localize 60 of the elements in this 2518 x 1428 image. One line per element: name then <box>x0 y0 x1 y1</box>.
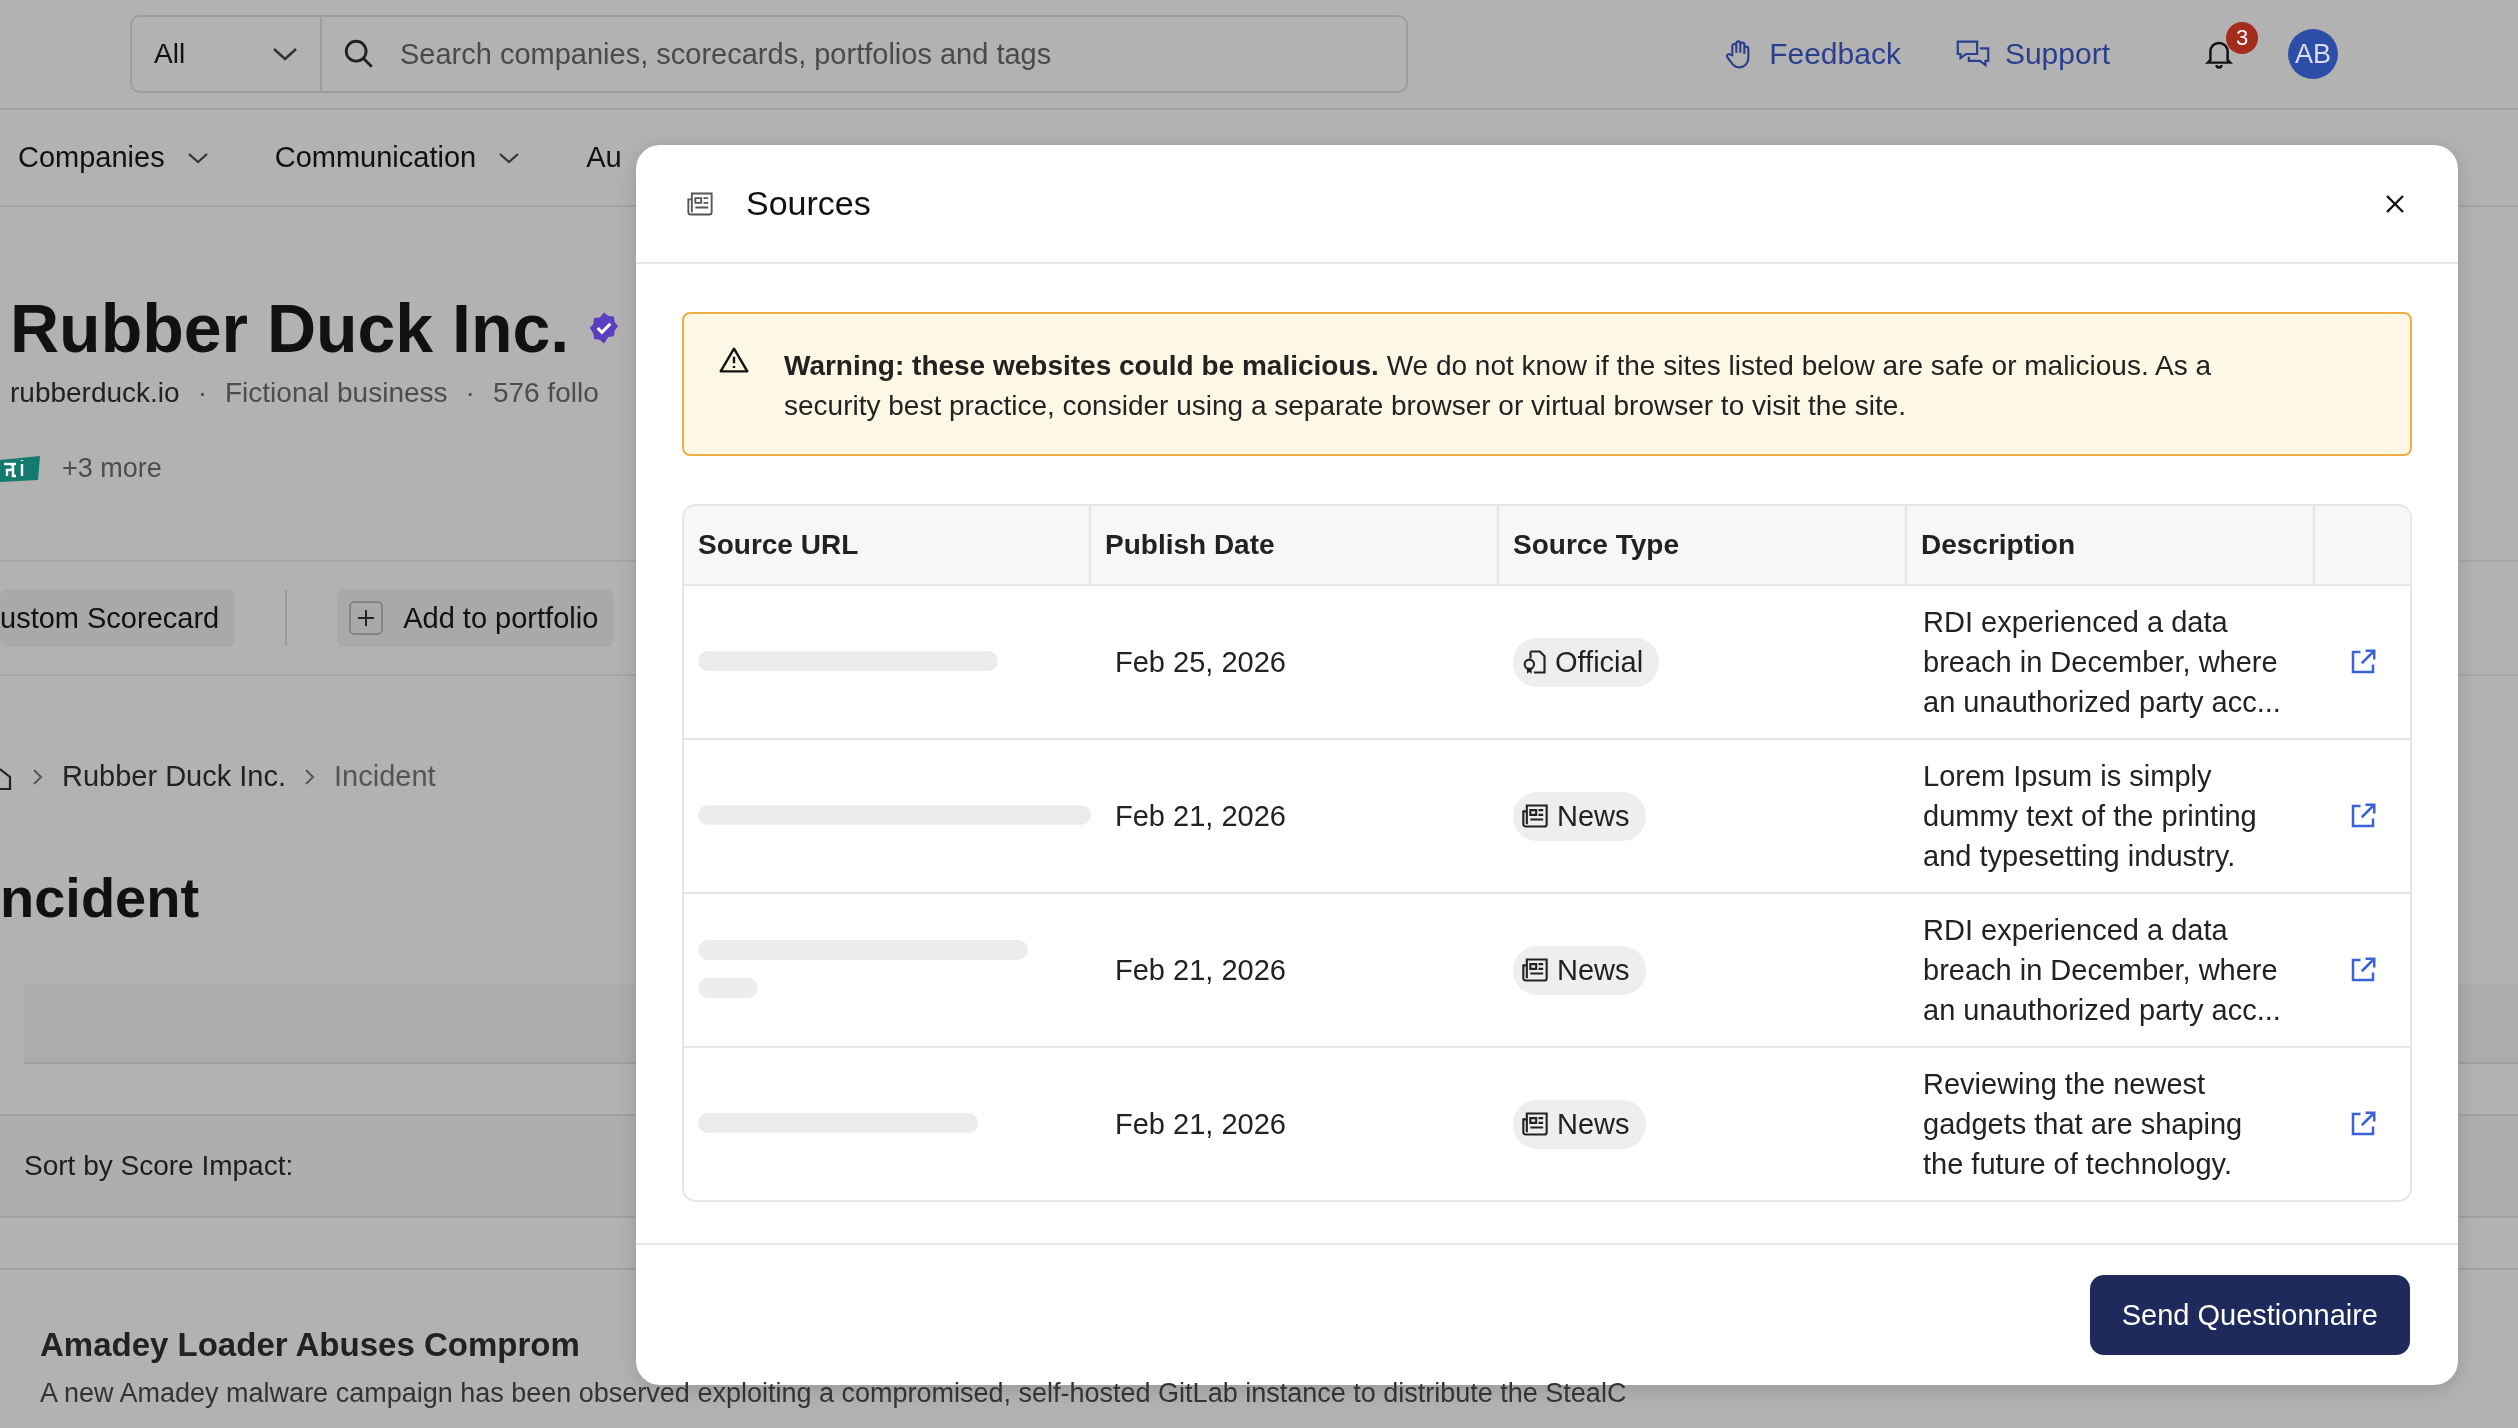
chevron-right-icon <box>304 766 317 787</box>
column-header: Source URL <box>684 506 1091 584</box>
column-header: Publish Date <box>1091 506 1499 584</box>
header-link[interactable]: Feedback <box>1723 37 1901 71</box>
more-badges-text: +3 more <box>62 453 162 484</box>
chat-bubbles-icon <box>1954 38 1991 70</box>
company-name: Rubber Duck Inc. <box>10 289 570 367</box>
warning-icon <box>718 346 750 374</box>
chevron-down-icon <box>498 150 521 165</box>
dialog-title: Sources <box>746 184 871 223</box>
newspaper-icon <box>1521 957 1549 983</box>
company-meta: 576 follo <box>492 377 599 409</box>
chevron-down-icon <box>186 150 209 165</box>
source-type-tag: News <box>1513 1099 1646 1149</box>
description-text: Lorem Ipsum is simply dummy text of the printing and typesetting industry. <box>1922 759 2258 874</box>
search-icon <box>342 37 376 71</box>
avatar[interactable]: AB <box>2288 29 2338 79</box>
chevron-down-icon <box>272 46 298 62</box>
publish-date: Feb 21, 2026 <box>1114 952 1287 988</box>
description-text: RDI experienced a data breach in December, where an unauthorized party acc... <box>1922 605 2282 720</box>
search-bar[interactable]: All Search companies, scorecards, portfolios and tags <box>130 15 1408 93</box>
separator-dot: · <box>197 377 207 409</box>
action-button[interactable]: ustom Scorecard <box>0 589 236 647</box>
search-field[interactable]: Search companies, scorecards, portfolios and tags <box>398 36 1406 72</box>
nav-menu[interactable]: Au <box>586 141 622 174</box>
nav-menu[interactable]: Communication <box>274 141 521 174</box>
separator-dot: · <box>465 377 475 409</box>
warning-text: Warning: these websites could be malicious. We do not know if the sites listed below are safe or malicious. As a security best practice, consider using a separate browser or virtual browser to visit the site. <box>784 349 2212 423</box>
sort-label: Sort by Score Impact: <box>24 1150 294 1182</box>
newspaper-icon <box>1521 1111 1549 1137</box>
certificate-icon <box>1521 648 1547 676</box>
column-header: Description <box>1907 506 2315 584</box>
publish-date: Feb 21, 2026 <box>1114 1106 1287 1142</box>
source-type-tag: Official <box>1513 637 1660 687</box>
description-text: RDI experienced a data breach in December, where an unauthorized party acc... <box>1922 913 2282 1028</box>
breadcrumb-link[interactable]: Incident <box>334 760 436 793</box>
action-button[interactable]: Add to portfolio <box>337 589 615 647</box>
pci-logo-icon <box>0 453 42 484</box>
article-text: A new Amadey malware campaign has been observed exploiting a compromised, self-hosted GitLab instance to distribute the StealC <box>40 1378 1627 1409</box>
page-title: ncident <box>0 865 200 930</box>
source-type-tag: News <box>1513 791 1646 841</box>
description-text: Reviewing the newest gadgets that are shaping the future of technology. <box>1922 1067 2244 1182</box>
company-meta: Fictional business <box>225 377 448 409</box>
company-meta: rubberduck.io <box>10 377 180 409</box>
notification-badge: 3 <box>2226 22 2258 54</box>
chevron-right-icon <box>32 766 44 787</box>
nav-menu[interactable]: Companies <box>18 141 209 174</box>
newspaper-icon <box>686 190 714 217</box>
header-link[interactable]: Support <box>1954 37 2110 71</box>
source-type-tag: News <box>1513 945 1646 995</box>
publish-date: Feb 25, 2026 <box>1114 644 1287 680</box>
plus-icon <box>349 601 384 635</box>
close-icon[interactable] <box>2384 192 2406 215</box>
send-questionnaire-button[interactable]: Send Questionnaire <box>2089 1275 2410 1355</box>
article-title: Amadey Loader Abuses Comprom <box>40 1326 580 1364</box>
column-header: Source Type <box>1499 506 1907 584</box>
scope-select[interactable]: All <box>132 17 322 91</box>
newspaper-icon <box>1521 803 1549 829</box>
publish-date: Feb 21, 2026 <box>1114 798 1287 834</box>
breadcrumb-link[interactable]: Rubber Duck Inc. <box>62 760 287 793</box>
